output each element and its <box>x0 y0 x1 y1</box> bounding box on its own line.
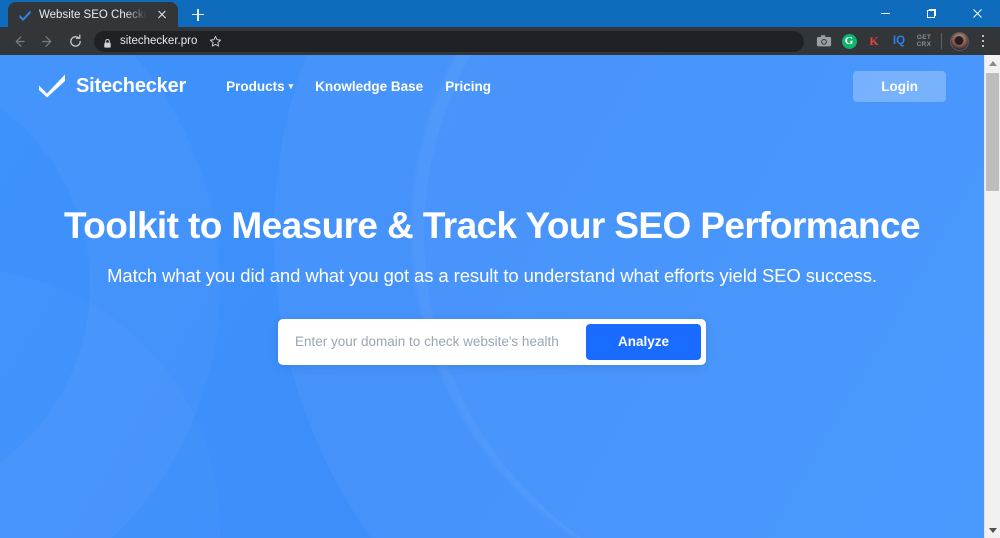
camera-extension-icon[interactable] <box>812 29 836 53</box>
get-crx-extension-icon[interactable]: GET CRX <box>912 29 936 53</box>
sitechecker-check-favicon <box>18 8 32 22</box>
iq-letters: IQ <box>892 35 906 47</box>
browser-title-bar: Website SEO Checker & Audit To <box>0 0 1000 27</box>
chrome-menu-icon[interactable] <box>972 29 994 53</box>
k-letter: K <box>869 33 879 48</box>
address-bar[interactable]: sitechecker.pro <box>94 30 804 52</box>
nav-item-knowledge-base[interactable]: Knowledge Base <box>315 79 423 94</box>
hero-section: Toolkit to Measure & Track Your SEO Perf… <box>0 117 984 365</box>
check-mark-icon <box>38 74 66 98</box>
back-button[interactable] <box>6 28 32 54</box>
chevron-down-icon: ▾ <box>288 80 294 91</box>
minimize-button[interactable] <box>862 0 908 27</box>
site-logo-text: Sitechecker <box>76 74 187 97</box>
maximize-button[interactable] <box>908 0 954 27</box>
browser-tab[interactable]: Website SEO Checker & Audit To <box>8 2 178 27</box>
tab-strip: Website SEO Checker & Audit To <box>0 0 212 27</box>
tab-title: Website SEO Checker & Audit To <box>39 8 147 21</box>
sitechecker-page: Sitechecker Products ▾ Knowledge Base Pr… <box>0 55 984 538</box>
bookmark-star-icon[interactable] <box>204 30 226 52</box>
grammarly-extension-icon[interactable]: G <box>837 29 861 53</box>
site-logo[interactable]: Sitechecker <box>38 74 186 98</box>
login-button[interactable]: Login <box>853 70 946 102</box>
avatar <box>949 31 969 51</box>
lock-icon <box>102 36 113 48</box>
grammarly-letter: G <box>841 33 857 49</box>
page-scrollbar[interactable] <box>984 55 1000 538</box>
domain-search-bar: Analyze <box>278 318 706 365</box>
window-controls <box>862 0 1000 27</box>
site-header: Sitechecker Products ▾ Knowledge Base Pr… <box>0 55 984 117</box>
tab-close-icon[interactable] <box>154 7 170 23</box>
extension-icons: G K IQ GET CRX <box>812 29 994 53</box>
nav-label-knowledge-base: Knowledge Base <box>315 78 424 94</box>
browser-window: Website SEO Checker & Audit To <box>0 0 1000 538</box>
reload-button[interactable] <box>62 28 88 54</box>
url-text: sitechecker.pro <box>120 35 198 47</box>
analyze-button[interactable]: Analyze <box>585 323 701 360</box>
nav-item-pricing[interactable]: Pricing <box>445 79 491 94</box>
hero-subtitle: Match what you did and what you got as a… <box>107 264 877 286</box>
scrollbar-track[interactable] <box>985 71 1000 522</box>
forward-button[interactable] <box>34 28 60 54</box>
page-title: Toolkit to Measure & Track Your SEO Perf… <box>64 205 921 246</box>
close-button[interactable] <box>954 0 1000 27</box>
scroll-up-arrow-icon[interactable] <box>985 55 1000 71</box>
nav-label-products: Products <box>226 78 285 94</box>
main-navigation: Products ▾ Knowledge Base Pricing <box>226 79 491 94</box>
scroll-down-arrow-icon[interactable] <box>985 522 1000 538</box>
nav-label-pricing: Pricing <box>445 78 491 94</box>
browser-toolbar: sitechecker.pro G K IQ GET CRX <box>0 27 1000 55</box>
scrollbar-thumb[interactable] <box>986 73 999 191</box>
domain-search-input[interactable] <box>283 323 586 360</box>
k-extension-icon[interactable]: K <box>862 29 886 53</box>
nav-item-products[interactable]: Products ▾ <box>226 79 293 94</box>
iq-extension-icon[interactable]: IQ <box>887 29 911 53</box>
toolbar-divider <box>941 33 942 49</box>
new-tab-button[interactable] <box>184 2 212 27</box>
page-viewport: Sitechecker Products ▾ Knowledge Base Pr… <box>0 55 1000 538</box>
profile-avatar[interactable] <box>947 29 971 53</box>
get-crx-label: GET CRX <box>916 33 932 49</box>
